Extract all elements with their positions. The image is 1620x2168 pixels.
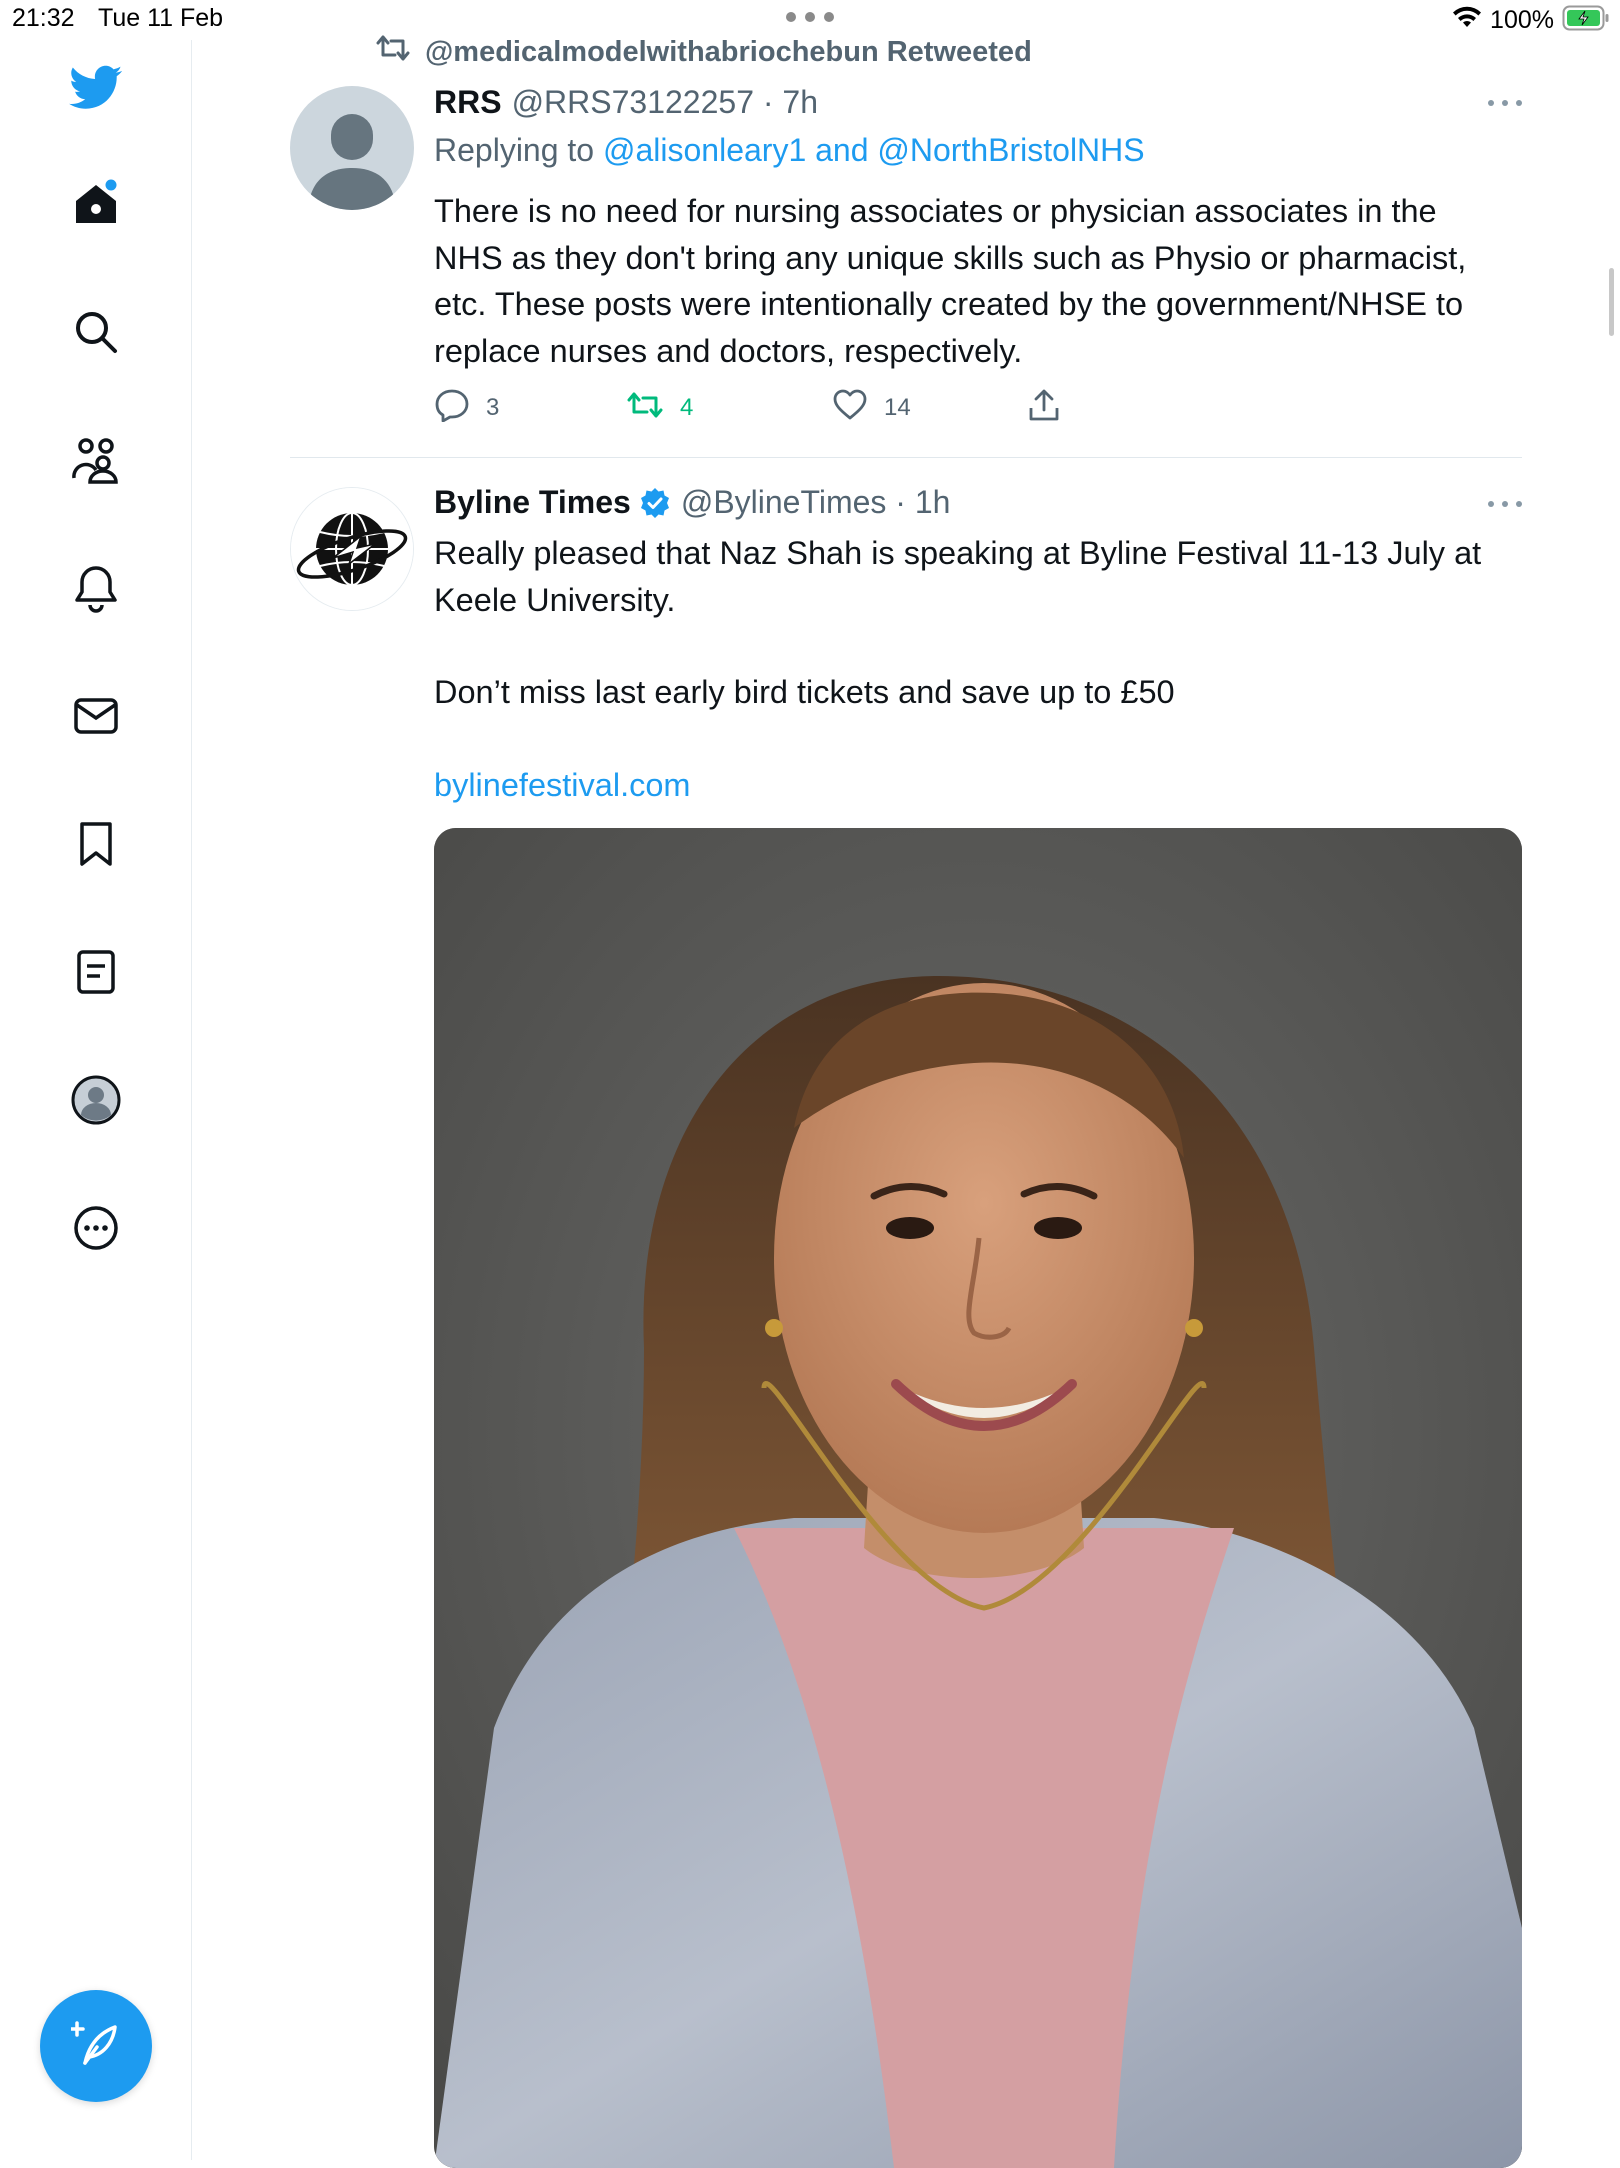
- tweet-header: Byline Times @BylineTimes · 1h: [434, 484, 950, 521]
- tweet-media-photo[interactable]: [434, 828, 1522, 2168]
- retweet-icon: [375, 33, 411, 71]
- notifications-icon[interactable]: [60, 552, 132, 624]
- messages-icon[interactable]: [60, 680, 132, 752]
- tweet-actions: 3 4 14: [434, 388, 1134, 428]
- retweet-context: @medicalmodelwithabriochebun Retweeted: [375, 32, 1032, 72]
- communities-icon[interactable]: [60, 424, 132, 496]
- tweet-divider: [290, 457, 1522, 458]
- share-button[interactable]: [1028, 388, 1060, 428]
- heart-icon: [832, 389, 868, 428]
- tweet-header: RRS @RRS73122257 · 7h: [434, 84, 818, 121]
- more-icon[interactable]: [60, 1192, 132, 1264]
- scrollbar[interactable]: [1609, 268, 1614, 336]
- home-icon[interactable]: [60, 168, 132, 240]
- reply-prefix: Replying to: [434, 132, 595, 168]
- search-icon[interactable]: [60, 296, 132, 368]
- reply-mentions[interactable]: @alisonleary1 and @NorthBristolNHS: [603, 132, 1145, 168]
- like-button[interactable]: 14: [832, 388, 911, 428]
- bookmarks-icon[interactable]: [60, 808, 132, 880]
- compose-button[interactable]: [40, 1990, 152, 2102]
- tweet-body-line1: Really pleased that Naz Shah is speaking…: [434, 535, 1482, 618]
- author-handle[interactable]: @RRS73122257 · 7h: [512, 84, 818, 121]
- author-name[interactable]: Byline Times: [434, 484, 631, 521]
- author-name[interactable]: RRS: [434, 84, 502, 121]
- tweet-link[interactable]: bylinefestival.com: [434, 762, 1514, 809]
- avatar[interactable]: [290, 86, 414, 210]
- like-count: 14: [884, 394, 911, 421]
- lists-icon[interactable]: [60, 936, 132, 1008]
- share-icon: [1028, 388, 1060, 429]
- portrait-photo: [434, 828, 1522, 2168]
- profile-icon[interactable]: [60, 1064, 132, 1136]
- timeline: @medicalmodelwithabriochebun Retweeted R…: [192, 0, 1620, 2168]
- tweet-more-icon[interactable]: [1488, 99, 1522, 107]
- retweeted-by-text[interactable]: @medicalmodelwithabriochebun Retweeted: [425, 36, 1032, 69]
- replying-to: Replying to @alisonleary1 and @NorthBris…: [434, 132, 1145, 169]
- tweet-body-line2: Don’t miss last early bird tickets and s…: [434, 674, 1175, 710]
- tweet-more-icon[interactable]: [1488, 500, 1522, 508]
- reply-count: 3: [486, 394, 500, 421]
- reply-button[interactable]: 3: [434, 388, 499, 428]
- avatar[interactable]: [290, 487, 414, 611]
- tweet-text: Really pleased that Naz Shah is speaking…: [434, 530, 1514, 808]
- author-handle[interactable]: @BylineTimes · 1h: [681, 484, 951, 521]
- sidebar: [0, 40, 192, 2160]
- reply-icon: [434, 388, 470, 429]
- twitter-logo-icon[interactable]: [60, 52, 132, 124]
- home-notification-dot: [105, 179, 117, 191]
- byline-times-logo-icon: [291, 488, 413, 610]
- verified-badge-icon: [639, 487, 671, 519]
- tweet-text: There is no need for nursing associates …: [434, 188, 1514, 374]
- retweet-button[interactable]: 4: [626, 388, 693, 428]
- retweet-icon: [626, 390, 664, 427]
- retweet-count: 4: [680, 394, 694, 421]
- tweet-body: There is no need for nursing associates …: [434, 193, 1467, 369]
- compose-icon: [69, 2019, 121, 2074]
- status-time: 21:32: [12, 4, 75, 32]
